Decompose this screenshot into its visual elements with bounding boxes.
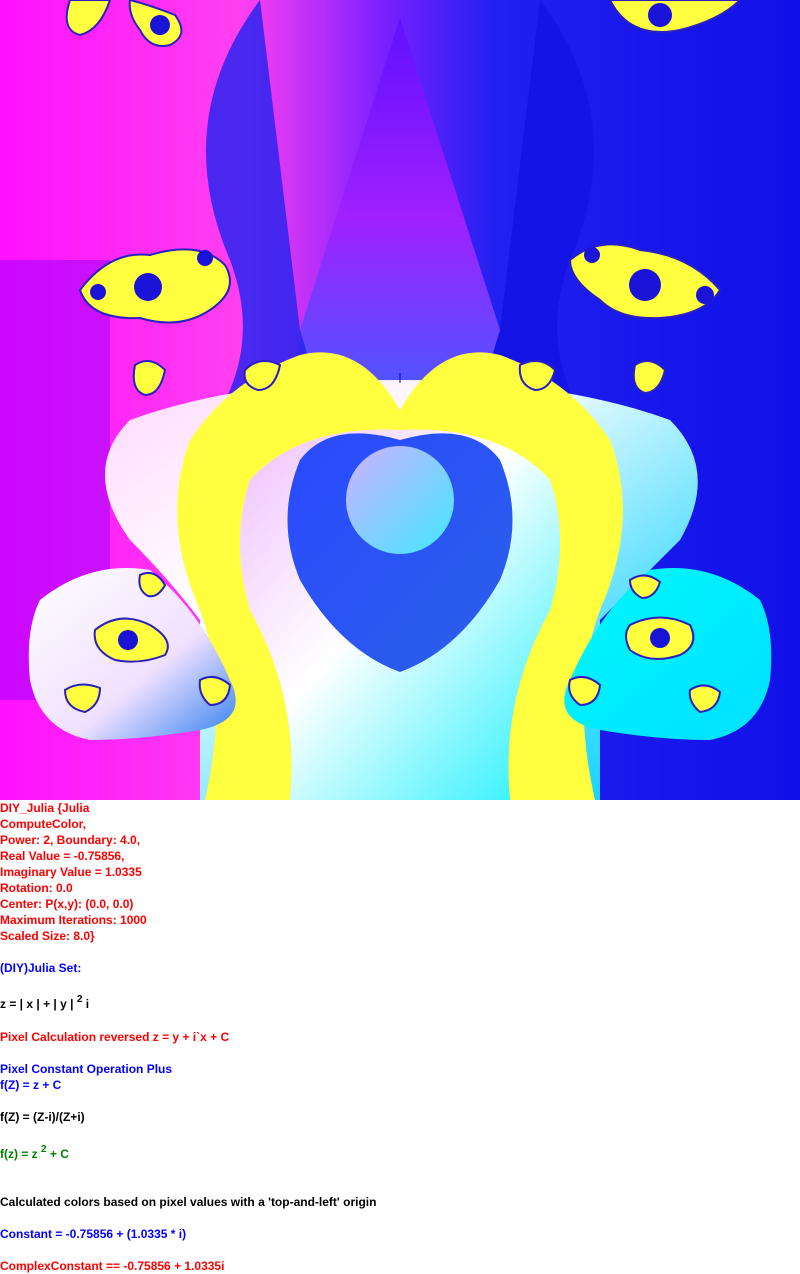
julia-fractal-image [0, 0, 800, 800]
param-line-8: Maximum Iterations: 1000 [0, 913, 147, 927]
z-formula: z = | x | + | y | 2 i [0, 995, 90, 1012]
function-3-base: f(z) = z [0, 1147, 41, 1161]
constant-line: Constant = -0.75856 + (1.0335 * i) [0, 1227, 187, 1241]
set-title: (DIY)Julia Set: [0, 961, 82, 975]
param-line-3: Power: 2, Boundary: 4.0, [0, 833, 141, 847]
complex-constant-line: ComplexConstant == -0.75856 + 1.0335i [0, 1259, 225, 1273]
param-line-7: Center: P(x,y): (0.0, 0.0) [0, 897, 134, 911]
param-line-1: DIY_Julia {Julia [0, 801, 90, 815]
function-3: f(z) = z 2 + C [0, 1145, 69, 1162]
param-line-2: ComputeColor, [0, 817, 86, 831]
origin-note: Calculated colors based on pixel values … [0, 1195, 377, 1209]
param-line-6: Rotation: 0.0 [0, 881, 73, 895]
z-formula-suffix: i [82, 997, 90, 1011]
function-1: f(Z) = z + C [0, 1078, 62, 1092]
function-3-suffix: + C [46, 1147, 69, 1161]
param-line-5: Imaginary Value = 1.0335 [0, 865, 142, 879]
central-circle [346, 446, 454, 554]
pixel-const-op: Pixel Constant Operation Plus [0, 1062, 173, 1076]
z-formula-base: z = | x | + | y | [0, 997, 77, 1011]
param-line-9: Scaled Size: 8.0} [0, 929, 95, 943]
param-line-4: Real Value = -0.75856, [0, 849, 125, 863]
pixel-calc: Pixel Calculation reversed z = y + i`x +… [0, 1030, 230, 1044]
function-2: f(Z) = (Z-i)/(Z+i) [0, 1110, 85, 1124]
